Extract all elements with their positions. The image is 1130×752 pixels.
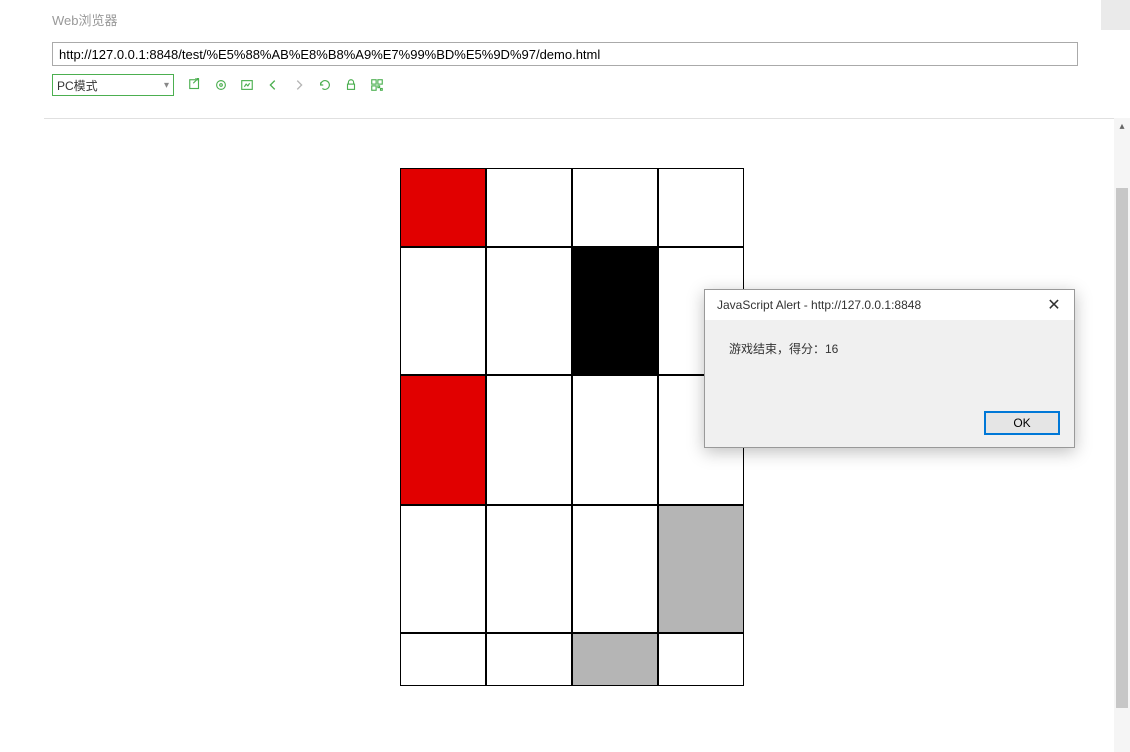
chevron-down-icon: ▾ bbox=[164, 80, 169, 91]
scrollbar-thumb[interactable] bbox=[1116, 188, 1128, 708]
game-row bbox=[400, 633, 744, 686]
alert-dialog: JavaScript Alert - http://127.0.0.1:8848… bbox=[704, 289, 1075, 448]
dialog-message: 游戏结束，得分：16 bbox=[705, 320, 1074, 357]
dialog-titlebar: JavaScript Alert - http://127.0.0.1:8848… bbox=[705, 290, 1074, 320]
settings-icon[interactable] bbox=[208, 74, 234, 96]
url-input[interactable] bbox=[52, 42, 1078, 66]
game-cell-red[interactable] bbox=[400, 168, 486, 247]
screenshot-icon[interactable] bbox=[234, 74, 260, 96]
game-row bbox=[400, 375, 744, 505]
game-cell-white[interactable] bbox=[486, 247, 572, 375]
game-cell-white[interactable] bbox=[572, 505, 658, 633]
window-title: Web浏览器 bbox=[0, 0, 1130, 30]
mode-select[interactable]: PC模式 ▾ bbox=[52, 74, 174, 96]
game-cell-white[interactable] bbox=[658, 633, 744, 686]
mode-select-label: PC模式 bbox=[57, 77, 98, 94]
game-cell-white[interactable] bbox=[400, 633, 486, 686]
game-cell-gray[interactable] bbox=[658, 505, 744, 633]
game-grid bbox=[400, 168, 744, 686]
game-cell-white[interactable] bbox=[486, 505, 572, 633]
game-cell-gray[interactable] bbox=[572, 633, 658, 686]
ok-button[interactable]: OK bbox=[984, 411, 1060, 435]
scroll-up-icon[interactable]: ▴ bbox=[1114, 118, 1130, 134]
qr-icon[interactable] bbox=[364, 74, 390, 96]
scrollbar[interactable]: ▴ bbox=[1114, 118, 1130, 752]
game-row bbox=[400, 505, 744, 633]
game-cell-red[interactable] bbox=[400, 375, 486, 505]
game-cell-white[interactable] bbox=[572, 168, 658, 247]
reload-icon[interactable] bbox=[312, 74, 338, 96]
open-external-icon[interactable] bbox=[182, 74, 208, 96]
game-cell-white[interactable] bbox=[572, 375, 658, 505]
game-row bbox=[400, 168, 744, 247]
close-icon[interactable]: ✕ bbox=[1042, 293, 1066, 317]
game-cell-white[interactable] bbox=[486, 633, 572, 686]
dialog-title: JavaScript Alert - http://127.0.0.1:8848 bbox=[717, 298, 921, 312]
toolbar: PC模式 ▾ bbox=[52, 72, 1078, 98]
window-control-placeholder bbox=[1101, 0, 1130, 30]
lock-icon[interactable] bbox=[338, 74, 364, 96]
game-cell-white[interactable] bbox=[486, 168, 572, 247]
back-icon[interactable] bbox=[260, 74, 286, 96]
game-cell-black[interactable] bbox=[572, 247, 658, 375]
forward-icon[interactable] bbox=[286, 74, 312, 96]
game-cell-white[interactable] bbox=[400, 247, 486, 375]
game-row bbox=[400, 247, 744, 375]
game-cell-white[interactable] bbox=[400, 505, 486, 633]
game-cell-white[interactable] bbox=[658, 168, 744, 247]
game-cell-white[interactable] bbox=[486, 375, 572, 505]
